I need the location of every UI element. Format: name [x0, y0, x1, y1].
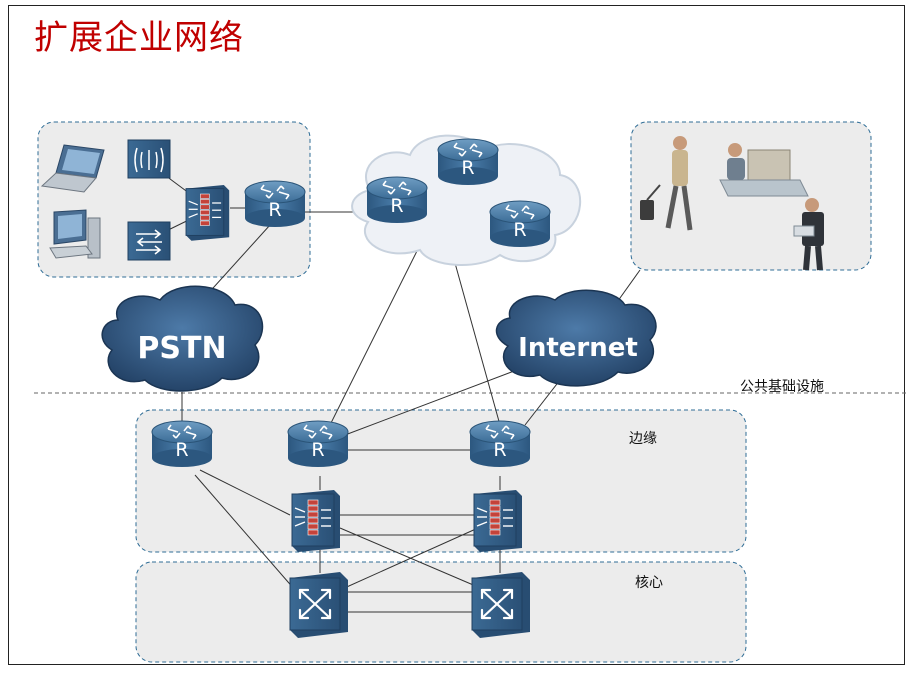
edge-firewall-left: [291, 489, 341, 553]
pstn-cloud: PSTN: [101, 285, 264, 392]
branch-router: [244, 180, 306, 228]
edge-router-left: [287, 420, 349, 468]
public-infrastructure-label: 公共基础设施: [740, 379, 824, 395]
edge-router-right: [469, 420, 531, 468]
core-switch-right: [470, 570, 532, 640]
wireless-access-point-icon: [127, 139, 171, 179]
branch-firewall: [185, 184, 230, 242]
network-diagram: R: [34, 121, 908, 663]
wan-router-top: [437, 138, 499, 186]
switch-icon: [127, 221, 171, 261]
edge-label: 边缘: [629, 431, 657, 447]
internet-label: Internet: [518, 333, 638, 363]
wan-router-left: [366, 176, 428, 224]
core-switch-left: [288, 570, 350, 640]
edge-router-pstn: [151, 420, 213, 468]
edge-firewall-right: [473, 489, 523, 553]
pstn-label: PSTN: [137, 331, 226, 366]
core-label: 核心: [635, 575, 663, 591]
wan-router-right: [489, 200, 551, 248]
internet-cloud: Internet: [495, 289, 657, 387]
